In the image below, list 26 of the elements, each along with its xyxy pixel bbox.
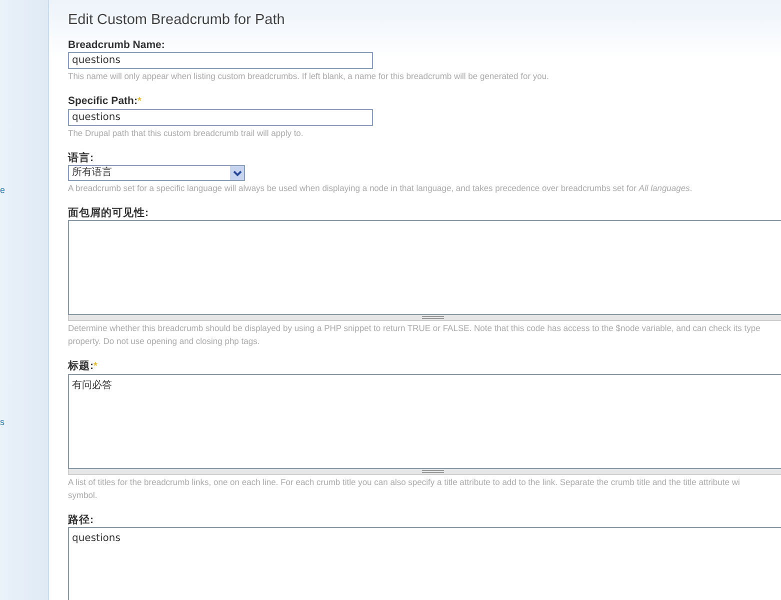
field-label: 路径: [68, 513, 94, 527]
field-description: The Drupal path that this custom breadcrumb trail will apply to. [68, 127, 304, 139]
field-label: 标题: [68, 359, 94, 373]
text-field[interactable]: questions [68, 109, 373, 126]
field-description: symbol. [68, 489, 98, 501]
resize-grip[interactable] [68, 315, 781, 321]
field-description: A breadcrumb set for a specific language will always be used when displaying a node in that language, and takes precedence over breadcrumbs set for All languages. [68, 182, 692, 194]
field-label: 语言: [68, 151, 94, 165]
text-field[interactable]: questions [68, 52, 373, 69]
field-label: 面包屑的可见性: [68, 206, 148, 220]
sidebar-link[interactable]: s [0, 418, 4, 427]
field-description: property. Do not use opening and closing php tags. [68, 335, 260, 347]
language-select[interactable]: 所有语言 [68, 165, 245, 181]
field-description: This name will only appear when listing custom breadcrumbs. If left blank, a name for this breadcrumb will be generated for you. [68, 70, 549, 82]
field-label: Specific Path: [68, 94, 138, 108]
required-mark: * [137, 95, 142, 109]
resize-grip[interactable] [68, 469, 781, 475]
page-title: Edit Custom Breadcrumb for Path [68, 11, 285, 30]
field-description: A list of titles for the breadcrumb links, one on each line. For each crumb title you can also specify a title attribute to add to the link. Separate the crumb title and the title attribute wi [68, 476, 740, 488]
text-area[interactable]: 有问必答 [68, 374, 781, 469]
text-area[interactable]: questions [68, 527, 781, 600]
field-description: Determine whether this breadcrumb should be displayed by using a PHP snippet to return TRUE or FALSE. Note that this code has access to the $node variable, and can check its type [68, 322, 760, 334]
text-area[interactable] [68, 220, 781, 315]
required-mark: * [94, 360, 98, 374]
field-label: Breadcrumb Name: [68, 38, 165, 52]
sidebar-link[interactable]: e [0, 186, 6, 195]
